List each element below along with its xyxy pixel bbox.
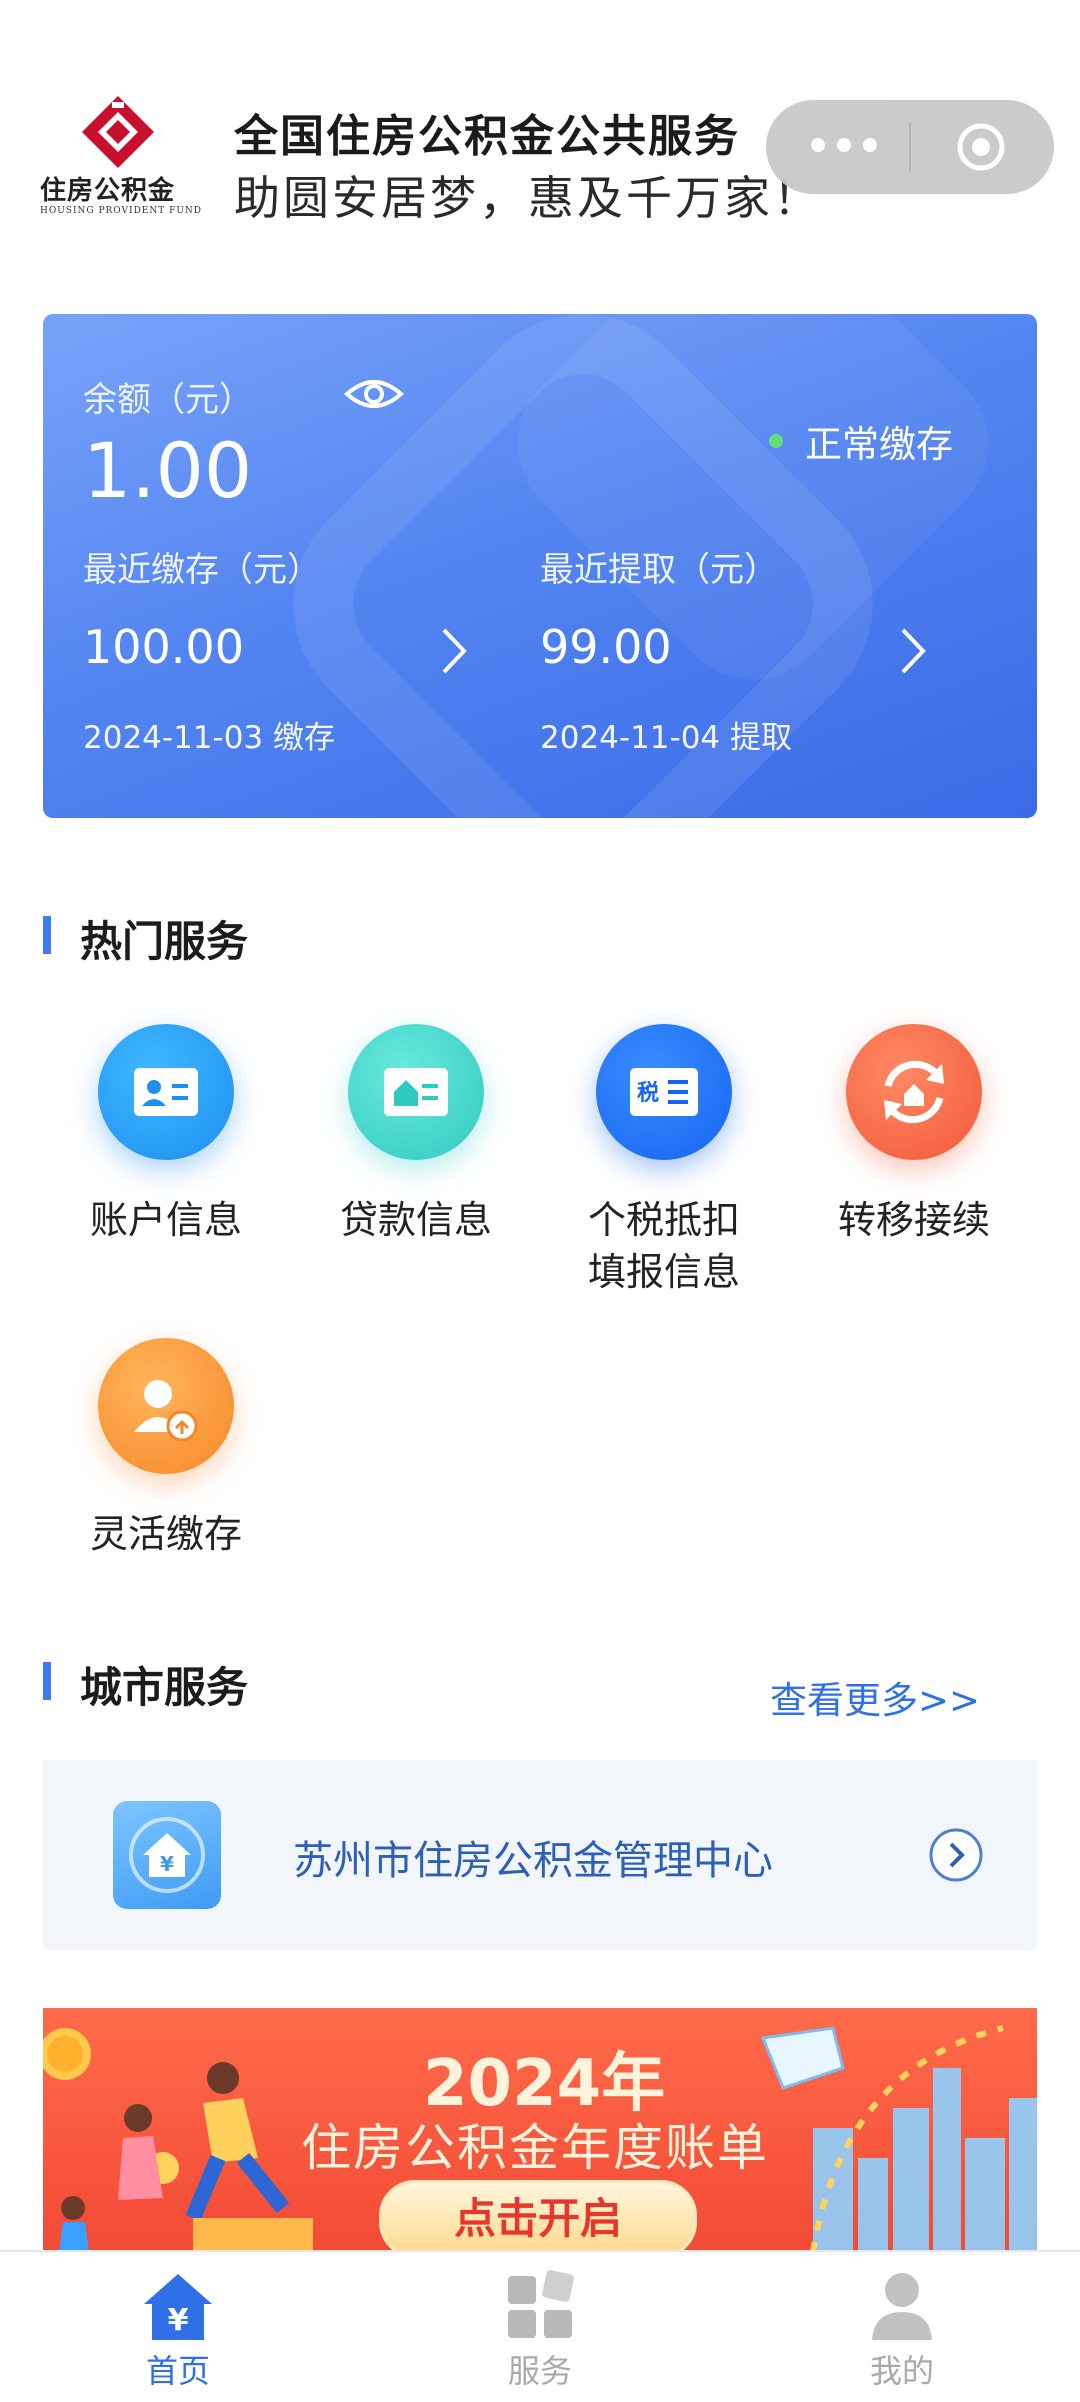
- service-account-info[interactable]: 账户信息: [46, 1024, 286, 1246]
- loan-house-card-icon: [348, 1024, 484, 1160]
- recent-withdraw-label: 最近提取（元）: [540, 550, 778, 590]
- service-transfer[interactable]: 转移接续: [794, 1024, 1034, 1246]
- services-grid-icon: [508, 2270, 574, 2338]
- more-dots-icon[interactable]: [804, 125, 884, 165]
- mini-program-capsule: [766, 100, 1054, 194]
- home-yuan-icon: ¥: [144, 2274, 212, 2340]
- transfer-cycle-icon: [846, 1024, 982, 1160]
- service-label: 转移接续: [837, 1198, 990, 1242]
- flexible-deposit-user-icon: [98, 1338, 234, 1474]
- logo-subtext: HOUSING PROVIDENT FUND: [40, 206, 203, 216]
- service-label-line1: 个税抵扣: [587, 1198, 740, 1242]
- service-label-line2: 填报信息: [587, 1250, 740, 1294]
- balance-value: 1.00: [83, 426, 253, 515]
- tab-label: 首页: [145, 2352, 210, 2390]
- tab-services[interactable]: 服务: [440, 2252, 640, 2402]
- banner-open-button[interactable]: 点击开启: [379, 2180, 697, 2252]
- hot-services-title: 热门服务: [80, 917, 249, 966]
- tab-mine[interactable]: 我的: [802, 2252, 1002, 2402]
- city-center-name: 苏州市住房公积金管理中心: [293, 1838, 773, 1884]
- service-label: 个税抵扣 填报信息: [544, 1194, 784, 1298]
- service-flexible-deposit[interactable]: 灵活缴存: [46, 1338, 286, 1560]
- recent-deposit-date: 2024-11-03 缴存: [83, 720, 336, 756]
- recent-deposit-value: 100.00: [83, 620, 244, 674]
- page-slogan: 助圆安居梦，惠及千万家！: [234, 171, 822, 225]
- recent-withdraw-block[interactable]: 最近提取（元） 99.00 2024-11-04 提取: [540, 542, 960, 792]
- svg-text:¥: ¥: [160, 1852, 174, 1876]
- chevron-right-icon: [442, 628, 467, 674]
- account-balance-card: 余额（元） 1.00 正常缴存 最近缴存（元） 100.00 2024-11-0…: [43, 314, 1037, 818]
- section-accent-bar: [43, 916, 51, 954]
- chevron-circle-right-icon: [929, 1828, 983, 1882]
- service-label: 贷款信息: [339, 1198, 492, 1242]
- account-card-icon: [98, 1024, 234, 1160]
- recent-withdraw-value: 99.00: [540, 620, 672, 674]
- view-more-link[interactable]: 查看更多>>: [770, 1670, 980, 1724]
- tab-label: 我的: [869, 2352, 934, 2390]
- eye-icon[interactable]: [343, 374, 405, 414]
- user-profile-icon: [872, 2273, 932, 2340]
- svg-text:税: 税: [637, 1080, 659, 1106]
- section-accent-bar: [43, 1662, 51, 1700]
- service-loan-info[interactable]: 贷款信息: [296, 1024, 536, 1246]
- recent-deposit-label: 最近缴存（元）: [83, 550, 321, 590]
- service-label: 灵活缴存: [89, 1512, 242, 1556]
- tab-label: 服务: [507, 2352, 572, 2390]
- chevron-right-icon: [901, 628, 926, 674]
- annual-bill-banner[interactable]: 2024年 住房公积金年度账单 点击开启: [43, 2008, 1037, 2252]
- account-status: 正常缴存: [805, 423, 953, 466]
- logo-text: 住房公积金: [40, 176, 176, 206]
- city-services-title: 城市服务: [80, 1663, 249, 1712]
- svg-text:¥: ¥: [168, 2303, 189, 2338]
- city-service-item[interactable]: ¥ 苏州市住房公积金管理中心: [43, 1760, 1037, 1950]
- page-title: 全国住房公积金公共服务: [234, 111, 740, 162]
- balance-label: 余额（元）: [83, 380, 253, 420]
- recent-deposit-block[interactable]: 最近缴存（元） 100.00 2024-11-03 缴存: [83, 542, 503, 792]
- tax-card-icon: 税: [596, 1024, 732, 1160]
- bottom-tab-bar: ¥ 首页 服务 我的: [0, 2250, 1080, 2402]
- provident-fund-logo-icon: [82, 96, 154, 168]
- status-dot: [769, 434, 783, 448]
- service-label: 账户信息: [89, 1198, 242, 1242]
- capsule-divider: [909, 122, 911, 172]
- service-tax-deduction[interactable]: 税 个税抵扣 填报信息: [544, 1024, 784, 1298]
- banner-subtitle: 住房公积金年度账单: [301, 2119, 769, 2177]
- tab-home[interactable]: ¥ 首页: [78, 2252, 278, 2402]
- recent-withdraw-date: 2024-11-04 提取: [540, 720, 793, 756]
- record-target-icon[interactable]: [956, 122, 1006, 172]
- house-yuan-icon: ¥: [113, 1801, 221, 1909]
